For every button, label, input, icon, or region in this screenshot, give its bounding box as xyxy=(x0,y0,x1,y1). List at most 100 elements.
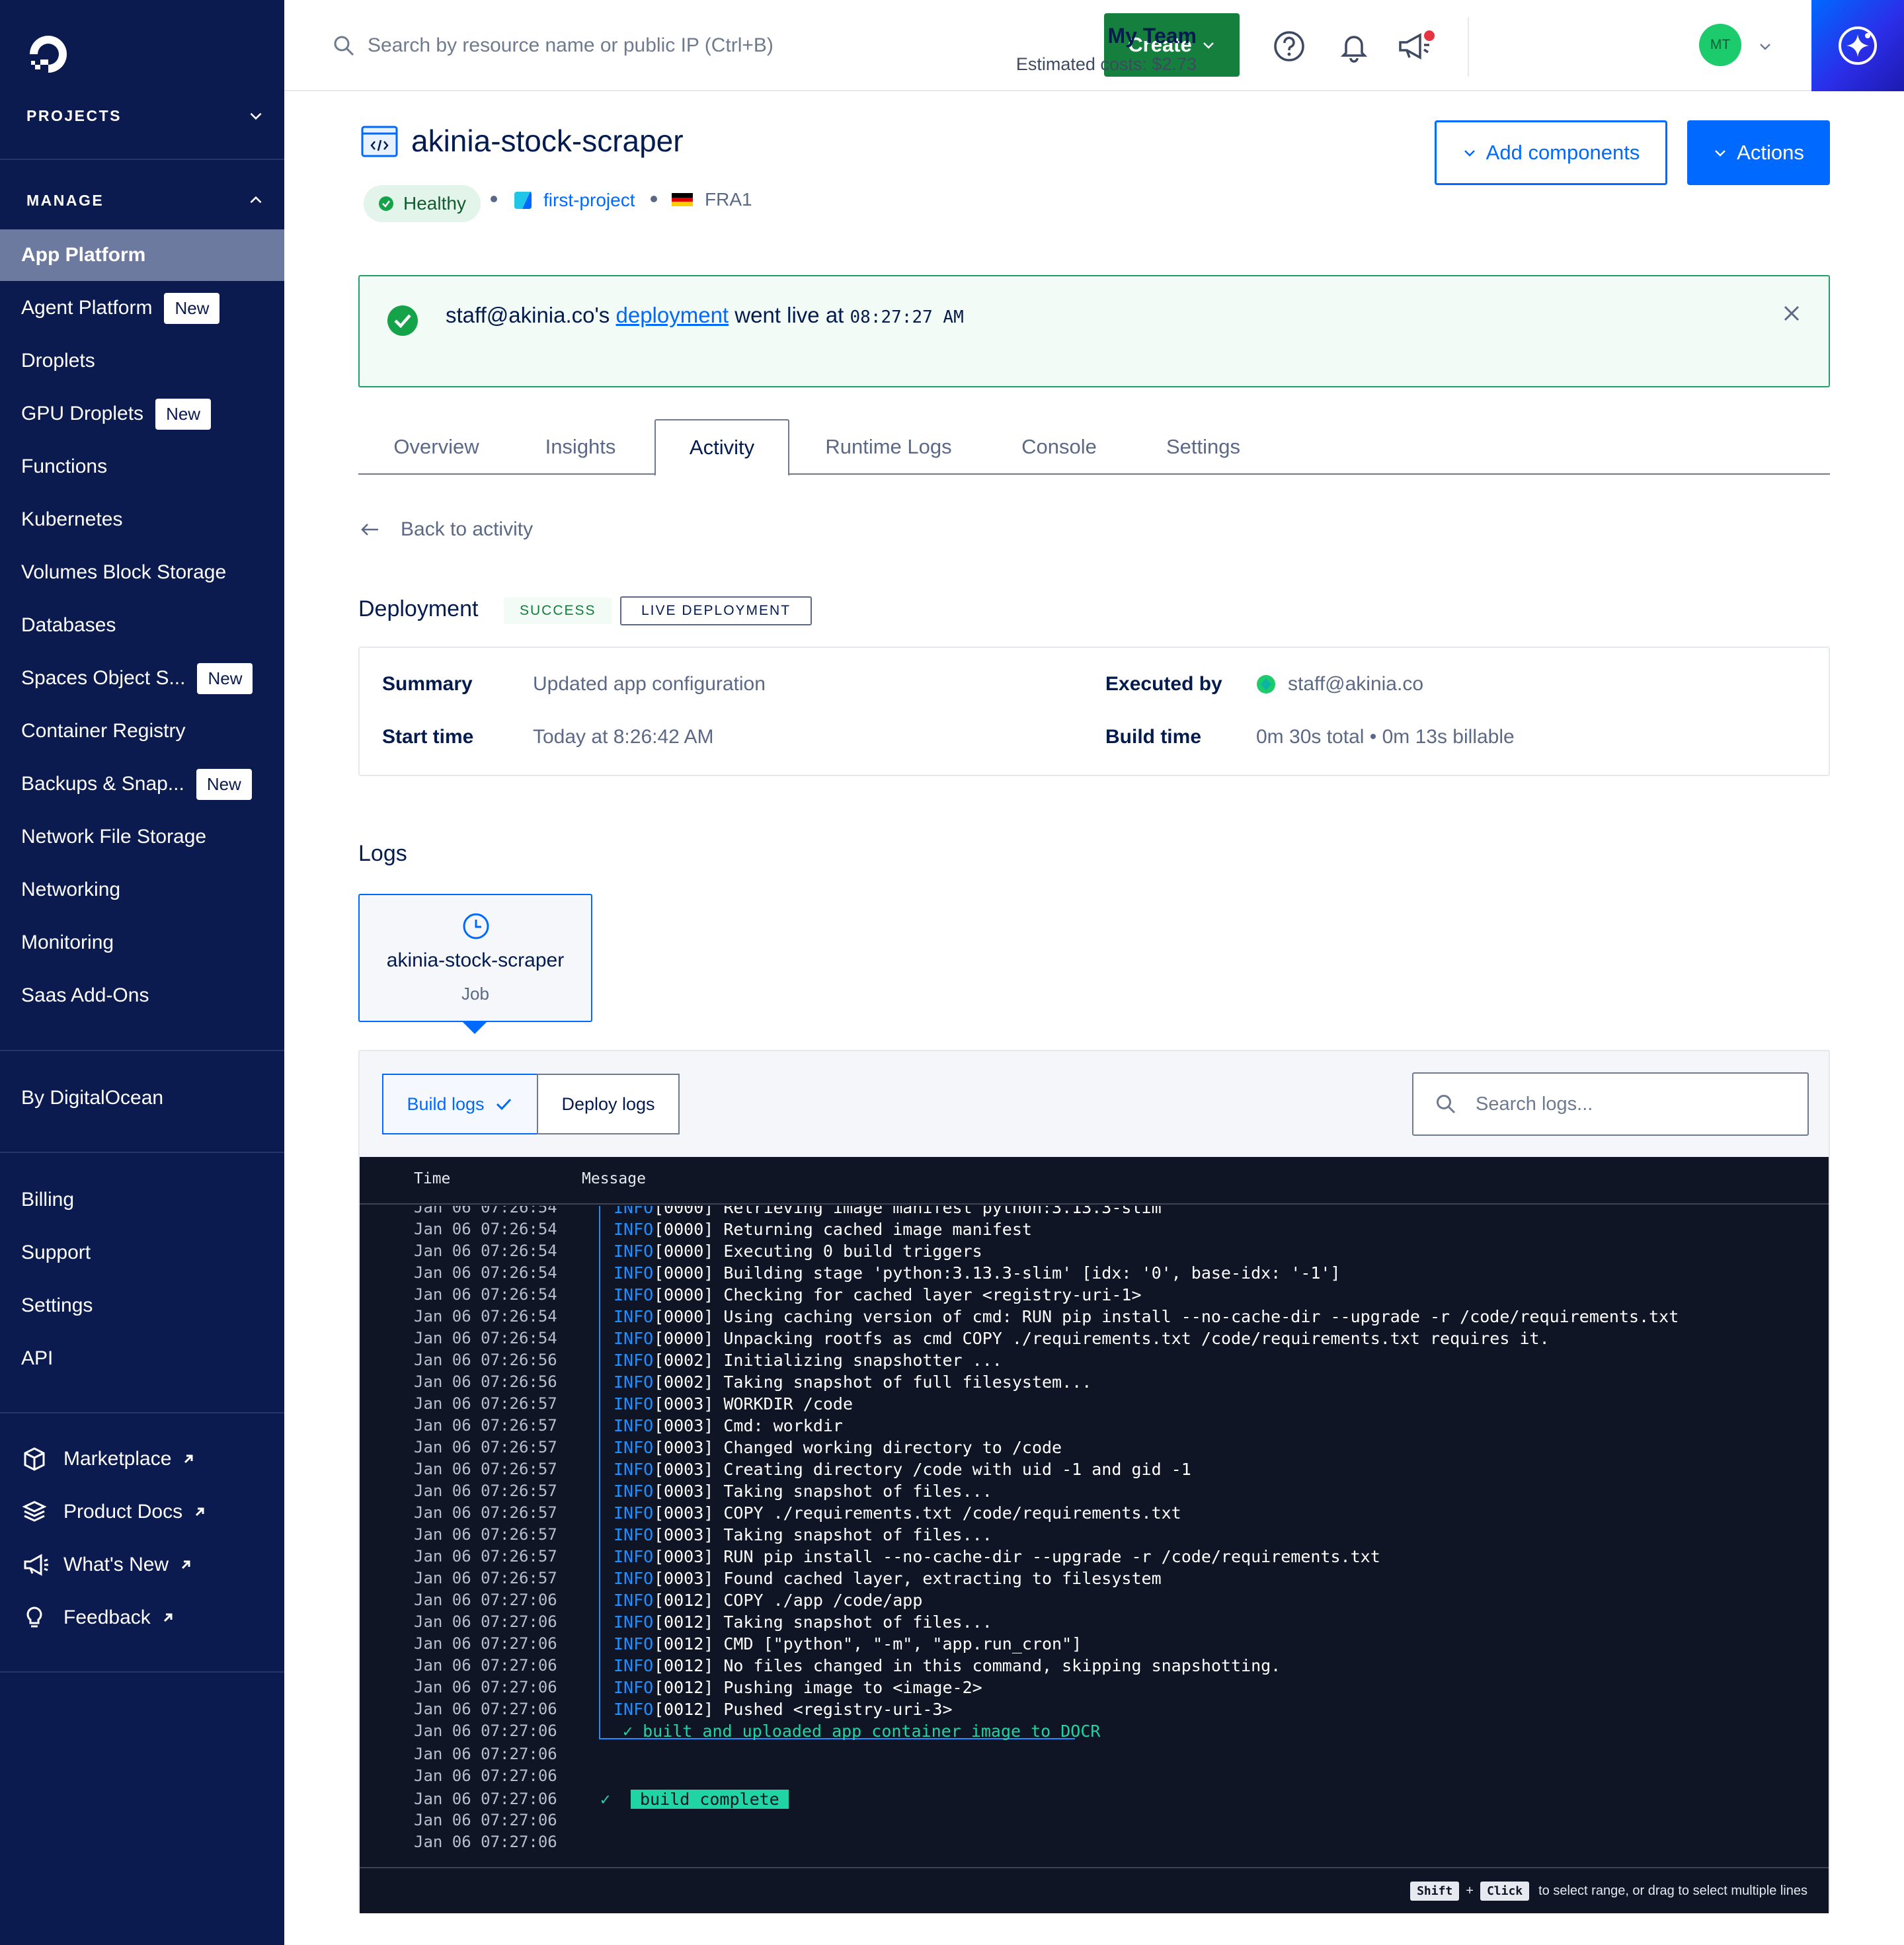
close-icon[interactable] xyxy=(1781,303,1802,324)
sidebar-item-app-platform[interactable]: App Platform xyxy=(0,229,284,281)
alert-time: 08:27:27 AM xyxy=(850,307,964,327)
tab-console[interactable]: Console xyxy=(988,419,1130,475)
back-to-activity-link[interactable]: Back to activity xyxy=(358,518,533,541)
announcements-megaphone-icon[interactable] xyxy=(1396,29,1439,63)
sidebar-item-container-registry[interactable]: Container Registry xyxy=(0,705,284,757)
log-row[interactable]: Jan 06 07:26:57 INFO [0003] Found cached l… xyxy=(360,1569,1829,1591)
sidebar-item-support[interactable]: Support xyxy=(0,1227,284,1279)
sidebar-link-whats-new[interactable]: What's New xyxy=(0,1539,284,1591)
log-message: [0003] Found cached layer, extracting to… xyxy=(654,1569,1162,1588)
sidebar-item-api[interactable]: API xyxy=(0,1333,284,1384)
log-row[interactable]: Jan 06 07:26:57 INFO [0003] Taking snapsho… xyxy=(360,1482,1829,1503)
log-row[interactable]: Jan 06 07:26:57 INFO [0003] Changed workin… xyxy=(360,1438,1829,1460)
sidebar-item-spaces[interactable]: Spaces Object S... New xyxy=(0,653,284,704)
projects-toggle[interactable]: PROJECTS xyxy=(26,102,264,129)
tab-runtime-logs[interactable]: Runtime Logs xyxy=(789,419,988,475)
chevron-down-icon xyxy=(1464,150,1475,157)
log-level: INFO xyxy=(614,1634,654,1653)
ai-assistant-button[interactable] xyxy=(1811,0,1904,91)
sidebar-link-feedback[interactable]: Feedback xyxy=(0,1592,284,1644)
sidebar-item-gpu-droplets[interactable]: GPU Droplets New xyxy=(0,388,284,440)
add-components-button[interactable]: Add components xyxy=(1435,120,1667,185)
sidebar-item-kubernetes[interactable]: Kubernetes xyxy=(0,494,284,545)
sidebar-item-databases[interactable]: Databases xyxy=(0,600,284,651)
log-timestamp: Jan 06 07:26:54 xyxy=(414,1307,557,1326)
log-row[interactable]: Jan 06 07:26:57 INFO [0003] COPY ./require… xyxy=(360,1503,1829,1525)
sidebar-item-label: Backups & Snap... xyxy=(21,773,184,795)
help-icon[interactable] xyxy=(1272,29,1306,63)
log-row[interactable]: Jan 06 07:26:54 INFO [0000] Building stage… xyxy=(360,1263,1829,1285)
log-row[interactable]: Jan 06 07:27:06 INFO [0012] No files chang… xyxy=(360,1656,1829,1678)
log-row[interactable]: Jan 06 07:27:06 xyxy=(360,1722,1829,1743)
log-row[interactable]: Jan 06 07:26:54 INFO [0000] Using caching … xyxy=(360,1307,1829,1329)
log-timestamp: Jan 06 07:26:54 xyxy=(414,1285,557,1304)
log-message: [0003] Creating directory /code with uid… xyxy=(654,1460,1191,1479)
actions-button[interactable]: Actions xyxy=(1687,120,1830,185)
sidebar-item-backups[interactable]: Backups & Snap... New xyxy=(0,758,284,810)
log-row[interactable]: Jan 06 07:27:06 xyxy=(360,1811,1829,1833)
log-row[interactable]: Jan 06 07:27:06 INFO [0012] COPY ./app /co… xyxy=(360,1591,1829,1612)
chevron-down-icon[interactable] xyxy=(1757,38,1773,54)
log-row[interactable]: Jan 06 07:27:06 INFO [0012] Taking snapsho… xyxy=(360,1612,1829,1634)
log-search-input[interactable]: Search logs... xyxy=(1412,1072,1809,1136)
sidebar-item-volumes[interactable]: Volumes Block Storage xyxy=(0,547,284,598)
sidebar-item-functions[interactable]: Functions xyxy=(0,441,284,493)
log-row[interactable]: Jan 06 07:27:06 xyxy=(360,1790,1829,1811)
global-search-input[interactable]: Search by resource name or public IP (Ct… xyxy=(332,29,861,62)
sidebar-item-droplets[interactable]: Droplets xyxy=(0,335,284,387)
log-row[interactable]: Jan 06 07:26:54 INFO [0000] Retrieving ima… xyxy=(360,1206,1829,1220)
log-lines[interactable]: ✓ built and uploaded app container image… xyxy=(360,1206,1829,1867)
manage-toggle[interactable]: MANAGE xyxy=(26,187,264,214)
log-level: INFO xyxy=(614,1656,654,1675)
sidebar-item-agent-platform[interactable]: Agent Platform New xyxy=(0,282,284,334)
deploy-logs-tab[interactable]: Deploy logs xyxy=(537,1074,680,1134)
log-row[interactable]: Jan 06 07:27:06 INFO [0012] Pushed <regist… xyxy=(360,1700,1829,1722)
tab-insights[interactable]: Insights xyxy=(514,419,647,475)
log-row[interactable]: Jan 06 07:27:06 INFO [0012] CMD ["python",… xyxy=(360,1634,1829,1656)
build-logs-tab[interactable]: Build logs xyxy=(382,1074,538,1134)
log-row[interactable]: Jan 06 07:27:06 xyxy=(360,1833,1829,1854)
tab-activity[interactable]: Activity xyxy=(654,419,789,476)
log-timestamp: Jan 06 07:27:06 xyxy=(414,1766,557,1785)
sidebar-item-label: Monitoring xyxy=(21,932,114,953)
tab-settings[interactable]: Settings xyxy=(1130,419,1276,475)
log-row[interactable]: Jan 06 07:26:57 INFO [0003] WORKDIR /code xyxy=(360,1394,1829,1416)
divider xyxy=(1468,17,1469,77)
executed-by-text: staff@akinia.co xyxy=(1288,673,1424,695)
log-message: [0012] Taking snapshot of files... xyxy=(654,1612,992,1632)
log-terminal[interactable]: Time Message ✓ built and uploaded app co… xyxy=(360,1157,1829,1913)
log-row[interactable]: Jan 06 07:26:57 INFO [0003] Cmd: workdir xyxy=(360,1416,1829,1438)
digitalocean-logo[interactable] xyxy=(25,32,71,78)
log-level: INFO xyxy=(614,1547,654,1566)
sidebar-item-settings[interactable]: Settings xyxy=(0,1280,284,1331)
log-row[interactable]: Jan 06 07:26:56 INFO [0002] Taking snapsho… xyxy=(360,1372,1829,1394)
log-row[interactable]: Jan 06 07:26:57 INFO [0003] Creating direc… xyxy=(360,1460,1829,1482)
component-card[interactable]: akinia-stock-scraper Job xyxy=(358,894,592,1022)
log-row[interactable]: Jan 06 07:26:57 INFO [0003] Taking snapsho… xyxy=(360,1525,1829,1547)
sidebar-item-network-file-storage[interactable]: Network File Storage xyxy=(0,811,284,863)
log-row[interactable]: Jan 06 07:26:54 INFO [0000] Checking for c… xyxy=(360,1285,1829,1307)
log-row[interactable]: Jan 06 07:26:54 INFO [0000] Executing 0 bu… xyxy=(360,1242,1829,1263)
log-row[interactable]: Jan 06 07:26:54 INFO [0000] Returning cach… xyxy=(360,1220,1829,1242)
sidebar-item-networking[interactable]: Networking xyxy=(0,864,284,916)
sidebar-item-monitoring[interactable]: Monitoring xyxy=(0,917,284,969)
sidebar-item-saas-addons[interactable]: Saas Add-Ons xyxy=(0,970,284,1021)
log-row[interactable]: Jan 06 07:26:54 INFO [0000] Unpacking root… xyxy=(360,1329,1829,1351)
log-row[interactable]: Jan 06 07:27:06 xyxy=(360,1766,1829,1788)
log-row[interactable]: Jan 06 07:26:57 INFO [0003] RUN pip instal… xyxy=(360,1547,1829,1569)
log-row[interactable]: Jan 06 07:27:06 INFO [0012] Pushing image … xyxy=(360,1678,1829,1700)
tab-overview[interactable]: Overview xyxy=(358,419,514,475)
log-message: [0000] Unpacking rootfs as cmd COPY ./re… xyxy=(654,1329,1550,1348)
project-link[interactable]: first-project xyxy=(512,189,635,212)
deployment-link[interactable]: deployment xyxy=(615,303,729,327)
sidebar-link-marketplace[interactable]: Marketplace xyxy=(0,1433,284,1485)
notification-bell-icon[interactable] xyxy=(1337,29,1371,63)
team-name[interactable]: My Team xyxy=(1107,24,1197,48)
log-row[interactable]: Jan 06 07:26:56 INFO [0002] Initializing s… xyxy=(360,1351,1829,1372)
log-row[interactable]: Jan 06 07:27:06 xyxy=(360,1745,1829,1766)
sidebar-item-billing[interactable]: Billing xyxy=(0,1174,284,1226)
sidebar-link-product-docs[interactable]: Product Docs xyxy=(0,1486,284,1538)
new-badge: New xyxy=(197,662,253,694)
avatar[interactable]: MT xyxy=(1699,24,1741,66)
sidebar-item-by-digitalocean[interactable]: By DigitalOcean xyxy=(0,1072,284,1124)
